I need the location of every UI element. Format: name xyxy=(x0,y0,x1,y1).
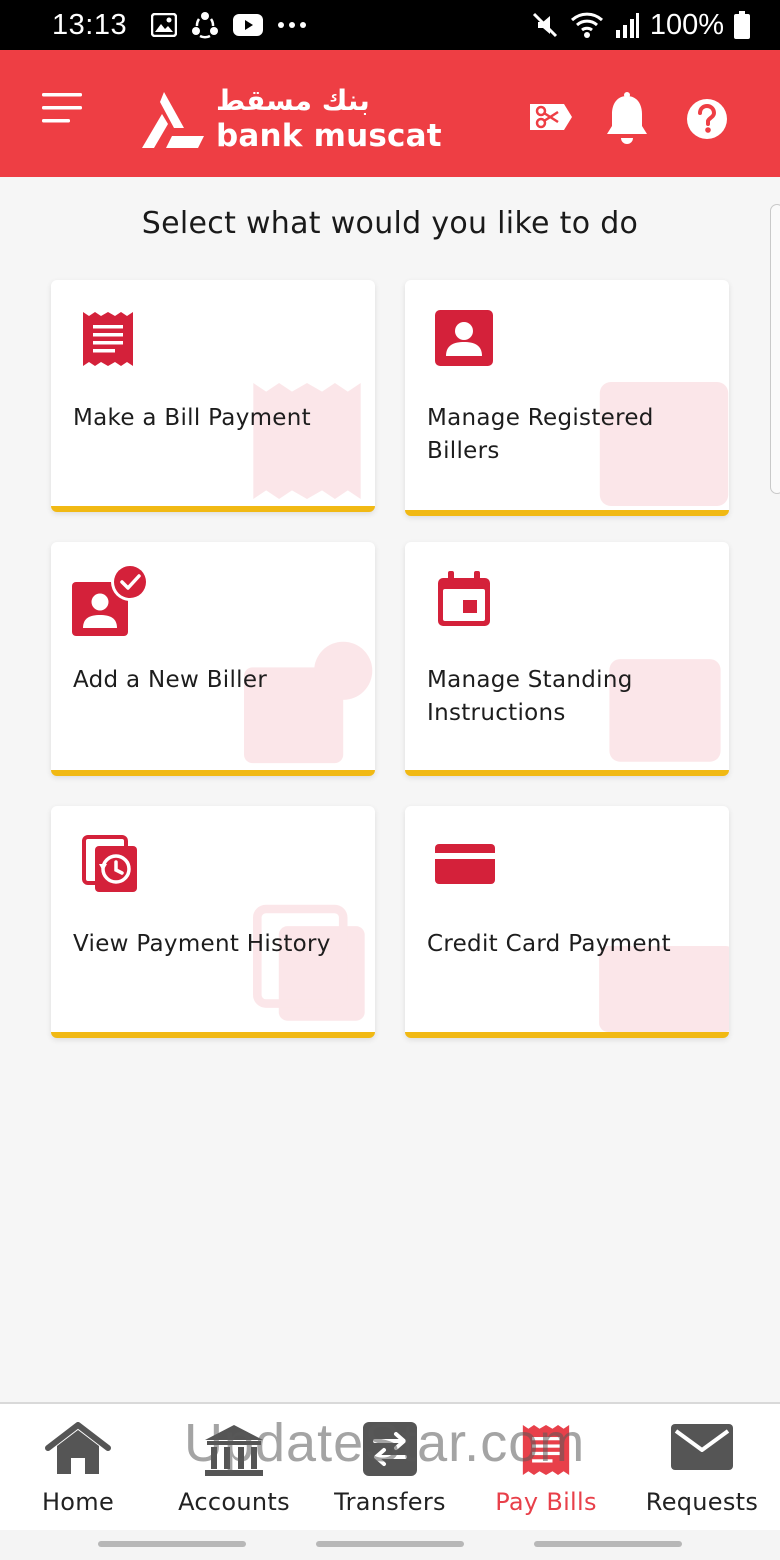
status-right: 100% xyxy=(530,9,750,42)
youtube-notification-icon xyxy=(233,14,264,36)
hamburger-menu-icon xyxy=(42,93,82,123)
user-profile-icon xyxy=(435,310,493,366)
mute-icon xyxy=(532,12,557,38)
brand-name: bank muscat xyxy=(216,118,442,154)
nav-label: Transfers xyxy=(334,1488,446,1516)
battery-icon xyxy=(734,11,750,39)
offers-button[interactable] xyxy=(528,100,574,138)
page-title: Select what would you like to do xyxy=(141,206,639,241)
nav-label: Home xyxy=(41,1488,115,1516)
transfer-arrows-icon xyxy=(363,1422,417,1476)
nav-label: Pay Bills xyxy=(495,1488,597,1516)
status-bar: 13:13 100% xyxy=(0,0,780,50)
tile-credit-card-payment[interactable]: Credit Card Payment xyxy=(405,806,729,1038)
home-icon xyxy=(45,1422,111,1474)
mail-icon xyxy=(671,1424,733,1470)
nav-item-home[interactable]: Home xyxy=(0,1404,156,1530)
brand-name-arabic: بنك مسقط xyxy=(216,84,370,117)
add-user-check-watermark-icon xyxy=(244,641,373,764)
system-nav-bar xyxy=(0,1530,780,1560)
scroll-indicator[interactable] xyxy=(770,204,780,494)
app-header: بنك مسقط bank muscat xyxy=(0,50,780,177)
bottom-nav: Home Accounts Transfers Pay Bills Reques… xyxy=(0,1402,780,1530)
history-watermark-icon xyxy=(253,904,365,1021)
system-home-button[interactable] xyxy=(316,1541,464,1547)
history-icon xyxy=(82,835,137,892)
tile-label: Manage Standing Instructions xyxy=(427,667,633,726)
status-left-icons xyxy=(151,11,307,39)
tile-manage-standing-instructions[interactable]: Manage Standing Instructions xyxy=(405,542,729,776)
nav-item-transfers[interactable]: Transfers xyxy=(312,1404,468,1530)
help-question-icon xyxy=(687,99,727,139)
tile-manage-registered-billers[interactable]: Manage Registered Billers xyxy=(405,280,729,516)
tile-view-payment-history[interactable]: View Payment History xyxy=(51,806,375,1038)
bill-receipt-icon xyxy=(522,1425,570,1475)
tile-label: Make a Bill Payment xyxy=(73,405,311,431)
system-back-button[interactable] xyxy=(534,1541,682,1547)
system-recents-button[interactable] xyxy=(98,1541,246,1547)
tile-label: Manage Registered Billers xyxy=(427,405,654,464)
signal-icon xyxy=(615,13,639,38)
tile-add-new-biller[interactable]: Add a New Biller xyxy=(51,542,375,776)
gallery-notification-icon xyxy=(151,13,178,37)
wifi-icon xyxy=(570,12,603,38)
nav-label: Accounts xyxy=(178,1488,290,1516)
bank-building-icon xyxy=(205,1425,263,1476)
coupon-scissors-icon xyxy=(530,104,572,130)
help-button[interactable] xyxy=(686,98,728,144)
nav-item-requests[interactable]: Requests xyxy=(624,1404,780,1530)
tile-label: Credit Card Payment xyxy=(427,931,671,957)
more-notifications-icon xyxy=(278,22,307,28)
add-user-check-icon xyxy=(72,563,149,636)
bell-icon xyxy=(607,92,647,144)
nav-item-accounts[interactable]: Accounts xyxy=(156,1404,312,1530)
credit-card-icon xyxy=(435,844,495,884)
nav-label: Requests xyxy=(645,1488,759,1516)
bill-receipt-icon xyxy=(83,312,133,366)
battery-percentage: 100% xyxy=(649,8,724,41)
bill-receipt-watermark-icon xyxy=(253,383,361,499)
calendar-icon xyxy=(438,571,490,626)
tile-label: View Payment History xyxy=(73,931,331,957)
tile-label: Add a New Biller xyxy=(73,667,268,693)
menu-button[interactable] xyxy=(40,90,84,126)
bank-muscat-logo-icon xyxy=(142,92,204,148)
status-time: 13:13 xyxy=(52,8,128,41)
nav-item-pay-bills[interactable]: Pay Bills xyxy=(468,1404,624,1530)
sync-notification-icon xyxy=(192,12,219,39)
tile-make-bill-payment[interactable]: Make a Bill Payment xyxy=(51,280,375,512)
bank-logo: بنك مسقط bank muscat xyxy=(138,84,442,164)
notifications-button[interactable] xyxy=(604,92,650,150)
